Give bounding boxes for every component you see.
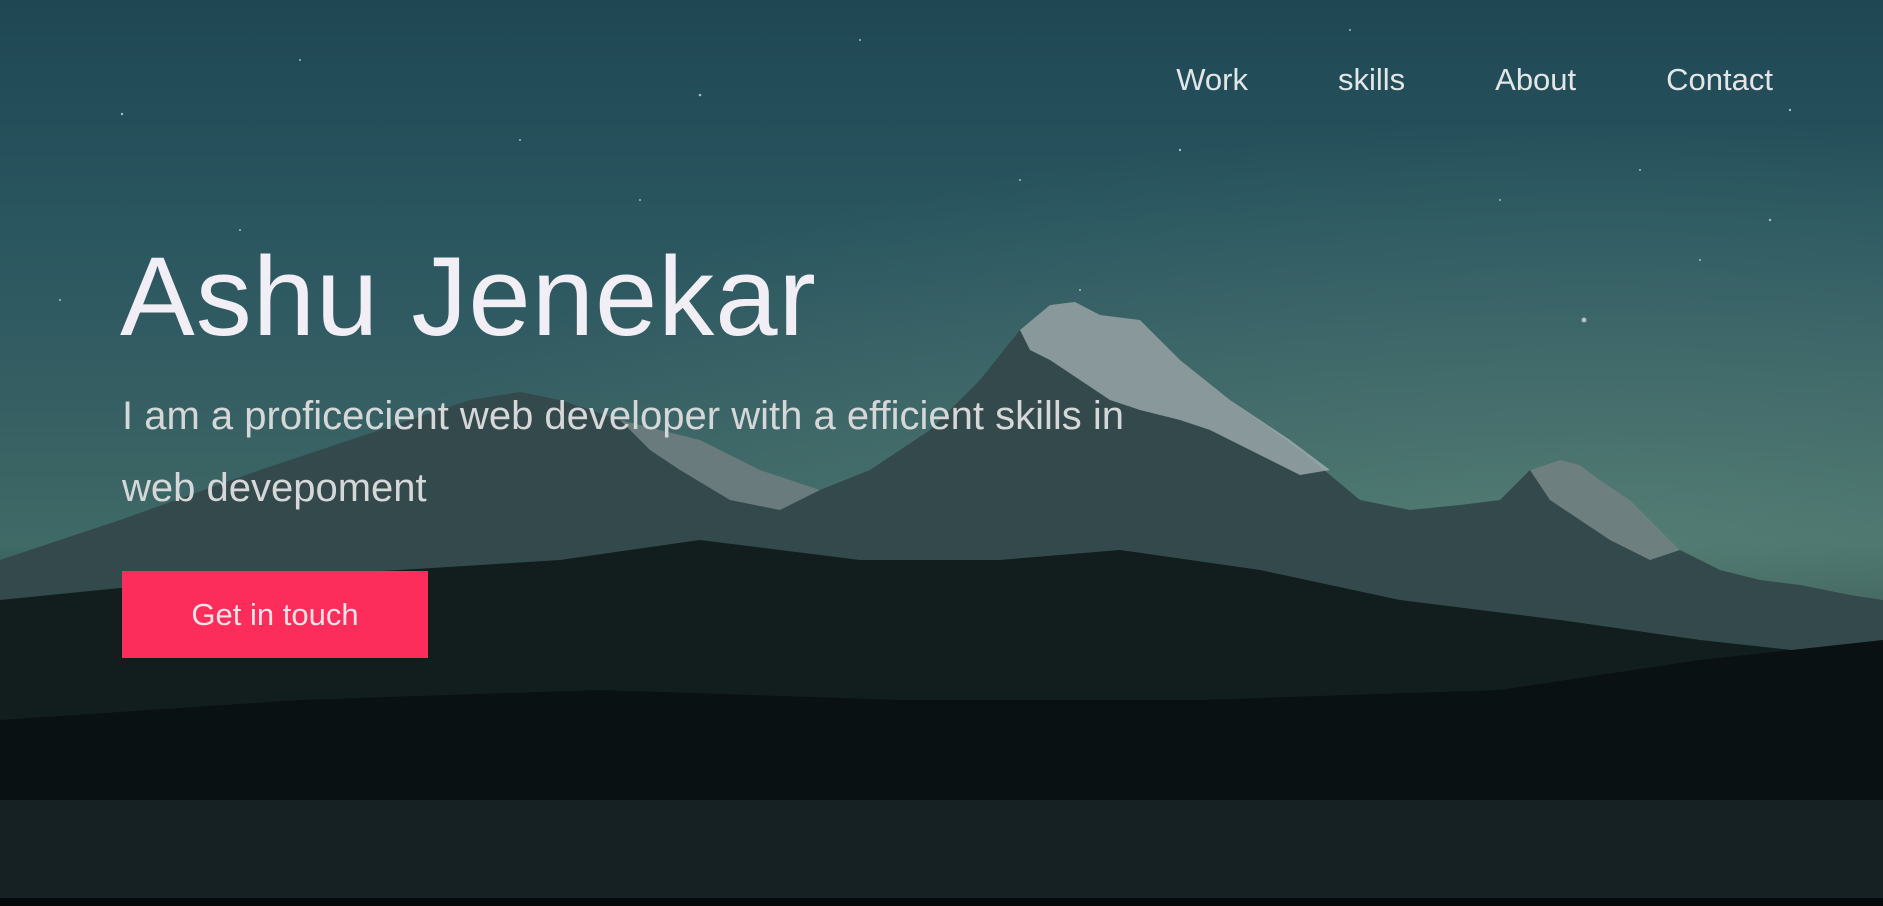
main-nav: Work skills About Contact xyxy=(1176,62,1773,98)
hero-section: Work skills About Contact Ashu Jenekar I… xyxy=(0,0,1883,906)
nav-link-work[interactable]: Work xyxy=(1176,62,1248,98)
nav-link-contact[interactable]: Contact xyxy=(1666,62,1773,98)
mist-layer xyxy=(0,800,1883,906)
get-in-touch-button[interactable]: Get in touch xyxy=(122,571,428,658)
hero-tagline: I am a proficecient web developer with a… xyxy=(122,394,1124,510)
hero-title: Ashu Jenekar xyxy=(120,234,817,359)
nav-link-skills[interactable]: skills xyxy=(1338,62,1405,98)
nav-link-about[interactable]: About xyxy=(1495,62,1576,98)
